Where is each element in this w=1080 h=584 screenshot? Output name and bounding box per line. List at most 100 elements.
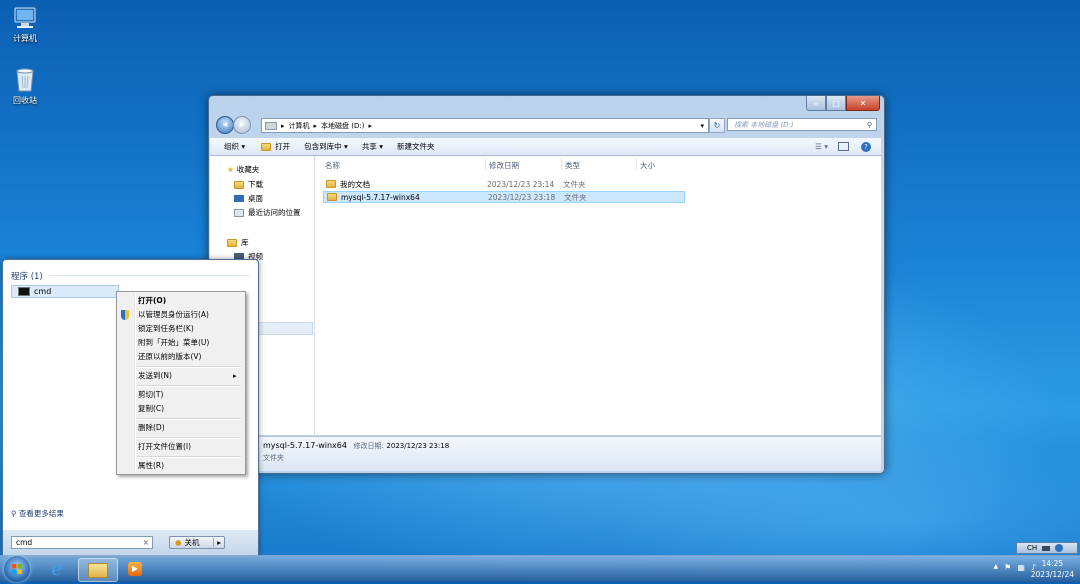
shutdown-arrow-icon[interactable]: ▸ xyxy=(213,538,224,547)
ctx-separator xyxy=(137,385,241,387)
nav-favorites[interactable]: ★ 收藏夹 xyxy=(227,164,259,175)
breadcrumb-arrow[interactable]: ▸ xyxy=(314,122,318,130)
see-more-results-link[interactable]: ⚲ 查看更多结果 xyxy=(11,508,64,519)
column-type[interactable]: 类型 xyxy=(565,160,580,171)
column-divider xyxy=(636,158,637,170)
file-row[interactable]: 我的文档 2023/12/23 23:14 文件夹 xyxy=(323,178,685,190)
search-box[interactable]: 搜索 本地磁盘 (D:) ⚲ xyxy=(727,118,877,131)
taskbar-explorer[interactable] xyxy=(78,558,118,582)
ctx-separator xyxy=(137,456,241,458)
network-icon[interactable]: ▦ xyxy=(1017,563,1025,572)
close-button[interactable]: ✕ xyxy=(846,96,880,111)
ctx-restore-versions[interactable]: 还原以前的版本(V) xyxy=(138,351,242,363)
file-list: 名称 修改日期 类型 大小 我的文档 2023/12/23 23:14 文件夹 … xyxy=(315,156,881,435)
column-size[interactable]: 大小 xyxy=(640,160,655,171)
show-hidden-icons-icon[interactable]: ▲ xyxy=(994,563,999,572)
folder-icon xyxy=(326,180,336,188)
system-tray: ▲ ⚑ ▦ ♪ xyxy=(994,563,1036,572)
file-name: mysql-5.7.17-winx64 xyxy=(341,192,420,202)
nav-label: 库 xyxy=(241,238,249,247)
breadcrumb-drive-d[interactable]: 本地磁盘 (D:) xyxy=(321,121,364,131)
clear-search-icon[interactable]: × xyxy=(143,538,149,547)
programs-section-title: 程序 (1) xyxy=(11,272,43,282)
ctx-copy[interactable]: 复制(C) xyxy=(138,403,242,415)
view-options-icon[interactable]: ☰ ▾ xyxy=(815,142,828,151)
ctx-pin-to-start[interactable]: 附到「开始」菜单(U) xyxy=(138,337,242,349)
ctx-properties[interactable]: 属性(R) xyxy=(138,460,242,472)
desktop-icon-label: 计算机 xyxy=(13,34,37,43)
ctx-open[interactable]: 打开(O) xyxy=(138,295,242,307)
address-bar[interactable]: ▸ 计算机 ▸ 本地磁盘 (D:) ▸ ▾ xyxy=(261,118,709,133)
share-button[interactable]: 共享 ▾ xyxy=(362,141,383,152)
section-divider xyxy=(49,275,249,276)
breadcrumb-arrow[interactable]: ▸ xyxy=(368,122,372,130)
search-value: cmd xyxy=(16,538,33,547)
refresh-button[interactable]: ↻ xyxy=(709,118,725,133)
nav-downloads[interactable]: 下载 xyxy=(234,179,263,190)
command-bar: 组织 ▾ 打开 包含到库中 ▾ 共享 ▾ 新建文件夹 ☰ ▾ ? xyxy=(210,138,881,156)
file-row-selected[interactable]: mysql-5.7.17-winx64 2023/12/23 23:18 文件夹 xyxy=(323,191,685,203)
ctx-separator xyxy=(137,418,241,420)
desktop-icon-computer[interactable]: 计算机 xyxy=(2,6,48,44)
back-button[interactable]: ◂ xyxy=(216,116,234,134)
shutdown-label: 关机 xyxy=(184,538,200,547)
recent-places-icon xyxy=(234,208,244,217)
result-cmd[interactable]: cmd xyxy=(11,285,119,298)
details-pane: mysql-5.7.17-winx64 修改日期: 2023/12/23 23:… xyxy=(210,436,881,471)
libraries-icon xyxy=(227,238,237,247)
help-icon xyxy=(1055,544,1064,552)
taskbar-ie[interactable]: e xyxy=(38,558,76,580)
column-divider xyxy=(561,158,562,170)
include-in-library-button[interactable]: 包含到库中 ▾ xyxy=(304,141,348,152)
start-orb[interactable] xyxy=(4,556,30,582)
details-name: mysql-5.7.17-winx64 xyxy=(263,441,347,450)
clock-time: 14:25 xyxy=(1041,559,1064,568)
start-search-input[interactable]: cmd × xyxy=(11,536,153,549)
breadcrumb-computer[interactable]: 计算机 xyxy=(289,121,310,131)
ctx-run-as-admin[interactable]: 以管理员身份运行(A) xyxy=(138,309,242,321)
nav-label: 最近访问的位置 xyxy=(248,208,301,217)
nav-selected-highlight xyxy=(250,322,313,335)
ctx-separator xyxy=(137,437,241,439)
ctx-send-to[interactable]: 发送到(N) xyxy=(138,370,242,382)
taskbar: e ▶ ▲ ⚑ ▦ ♪ 14:25 2023/12/24 xyxy=(0,555,1080,582)
ctx-delete[interactable]: 删除(D) xyxy=(138,422,242,434)
ctx-pin-to-taskbar[interactable]: 锁定到任务栏(K) xyxy=(138,323,242,335)
organize-button[interactable]: 组织 ▾ xyxy=(224,141,245,152)
language-bar[interactable]: CH xyxy=(1016,542,1078,554)
column-name[interactable]: 名称 xyxy=(325,160,340,171)
clock[interactable]: 14:25 2023/12/24 xyxy=(1031,558,1074,580)
file-date: 2023/12/23 23:14 xyxy=(487,179,555,189)
nav-desktop[interactable]: 桌面 xyxy=(234,193,263,204)
taskbar-media-player[interactable]: ▶ xyxy=(116,558,154,580)
action-center-icon[interactable]: ⚑ xyxy=(1004,563,1011,572)
nav-recent[interactable]: 最近访问的位置 xyxy=(234,207,301,218)
desktop-icon-label: 回收站 xyxy=(13,96,37,105)
forward-button[interactable]: ▸ xyxy=(233,116,251,134)
drive-icon xyxy=(265,121,277,130)
preview-pane-icon[interactable] xyxy=(838,142,849,151)
details-date-label: 修改日期: xyxy=(353,442,384,450)
minimize-button[interactable]: – xyxy=(806,96,826,111)
desktop-icon-recycle-bin[interactable]: 回收站 xyxy=(2,66,48,106)
maximize-button[interactable]: □ xyxy=(826,96,846,111)
open-label: 打开 xyxy=(275,142,291,151)
nav-label: 桌面 xyxy=(248,194,263,203)
search-icon[interactable]: ⚲ xyxy=(867,121,872,129)
media-player-icon: ▶ xyxy=(128,562,142,576)
nav-label: 收藏夹 xyxy=(236,165,260,174)
ctx-cut[interactable]: 剪切(T) xyxy=(138,389,242,401)
breadcrumb-arrow[interactable]: ▸ xyxy=(281,122,285,130)
help-icon[interactable]: ? xyxy=(861,141,871,152)
new-folder-button[interactable]: 新建文件夹 xyxy=(397,141,435,152)
uac-shield-icon xyxy=(121,310,129,320)
open-button[interactable]: 打开 xyxy=(261,141,290,152)
shutdown-button[interactable]: ● 关机 ▸ xyxy=(169,536,225,549)
nav-libraries[interactable]: 库 xyxy=(227,237,249,248)
column-divider xyxy=(485,158,486,170)
address-dropdown-icon[interactable]: ▾ xyxy=(700,122,704,130)
file-date: 2023/12/23 23:18 xyxy=(488,192,556,202)
ctx-open-file-location[interactable]: 打开文件位置(I) xyxy=(138,441,242,453)
column-date[interactable]: 修改日期 xyxy=(489,160,519,171)
language-label: CH xyxy=(1027,544,1038,552)
